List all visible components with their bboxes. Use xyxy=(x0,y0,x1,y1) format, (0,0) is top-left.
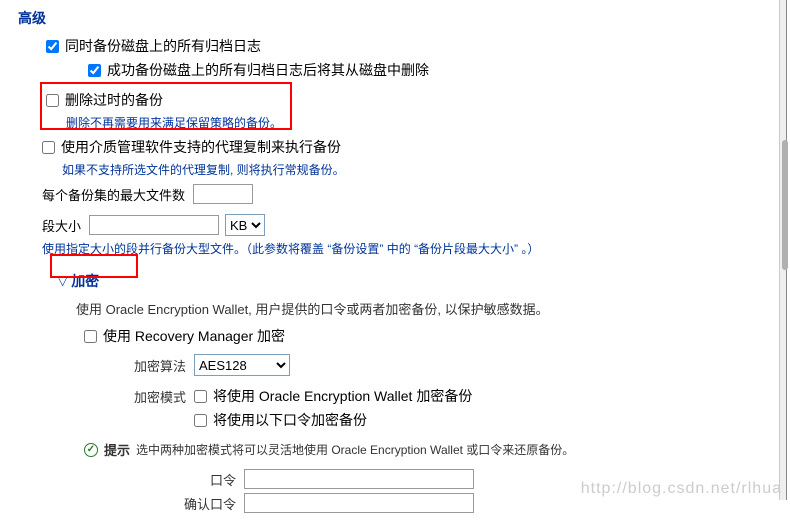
label-archive-all: 同时备份磁盘上的所有归档日志 xyxy=(65,36,261,56)
label-mode-wallet: 将使用 Oracle Encryption Wallet 加密备份 xyxy=(213,386,472,406)
desc-media-proxy: 如果不支持所选文件的代理复制, 则将执行常规备份。 xyxy=(62,161,772,178)
label-algo: 加密算法 xyxy=(120,356,186,375)
tip-icon: ✓ xyxy=(84,443,98,457)
select-segment-unit[interactable]: KB xyxy=(225,214,265,236)
label-delete-after: 成功备份磁盘上的所有归档日志后将其从磁盘中删除 xyxy=(107,60,429,80)
input-password-confirm[interactable] xyxy=(244,493,474,513)
input-segment[interactable] xyxy=(89,215,219,235)
checkbox-mode-wallet[interactable] xyxy=(194,390,207,403)
desc-segment: 使用指定大小的段并行备份大型文件。（此参数将覆盖 “备份设置” 中的 “备份片段… xyxy=(42,240,772,257)
collapse-arrow-icon: ▽ xyxy=(58,274,67,288)
checkbox-delete-expired[interactable] xyxy=(46,94,59,107)
label-password-confirm: 确认口令 xyxy=(164,494,236,513)
desc-delete-expired: 删除不再需要用来满足保留策略的备份。 xyxy=(66,114,772,131)
section-title: 高级 xyxy=(18,8,772,28)
label-segment: 段大小 xyxy=(42,216,81,235)
label-use-rman: 使用 Recovery Manager 加密 xyxy=(103,326,285,346)
encryption-desc: 使用 Oracle Encryption Wallet, 用户提供的口令或两者加… xyxy=(76,299,772,318)
select-algo[interactable]: AES128 xyxy=(194,354,290,376)
checkbox-media-proxy[interactable] xyxy=(42,141,55,154)
tip-label: 提示 xyxy=(104,440,130,459)
label-mode-password: 将使用以下口令加密备份 xyxy=(213,410,367,430)
checkbox-use-rman[interactable] xyxy=(84,330,97,343)
label-media-proxy: 使用介质管理软件支持的代理复制来执行备份 xyxy=(61,137,341,157)
input-maxfiles[interactable] xyxy=(193,184,253,204)
tip-text: 选中两种加密模式将可以灵活地使用 Oracle Encryption Walle… xyxy=(136,441,574,458)
watermark: http://blog.csdn.net/rlhua xyxy=(581,480,782,498)
label-delete-expired: 删除过时的备份 xyxy=(65,90,163,110)
label-mode: 加密模式 xyxy=(120,387,186,406)
checkbox-archive-all[interactable] xyxy=(46,40,59,53)
encryption-title: 加密 xyxy=(71,271,99,291)
label-password: 口令 xyxy=(164,470,236,489)
input-password[interactable] xyxy=(244,469,474,489)
checkbox-mode-password[interactable] xyxy=(194,414,207,427)
scrollbar-thumb[interactable] xyxy=(782,140,788,270)
encryption-header[interactable]: ▽ 加密 xyxy=(58,271,772,291)
label-maxfiles: 每个备份集的最大文件数 xyxy=(42,185,185,204)
checkbox-delete-after[interactable] xyxy=(88,64,101,77)
